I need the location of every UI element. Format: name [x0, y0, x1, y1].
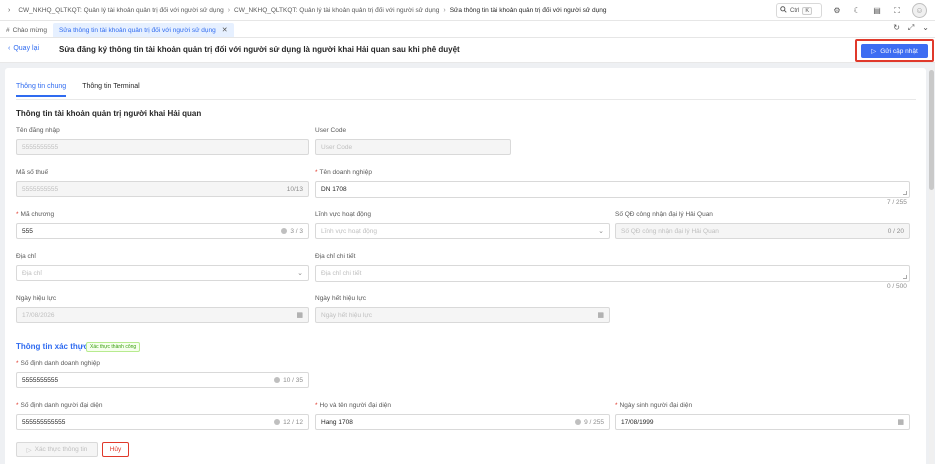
tab-label: Chào mừng [12, 26, 47, 34]
tab-divider [16, 99, 916, 100]
tab-label: Sửa thông tin tài khoản quản trị đối với… [58, 26, 216, 34]
page-title: Sửa đăng ký thông tin tài khoản quản trị… [59, 45, 460, 54]
address-label: Địa chỉ [16, 253, 36, 260]
verify-button: ▷ Xác thực thông tin [16, 442, 98, 457]
breadcrumb-item-current: Sửa thông tin tài khoản quản trị đối với… [449, 6, 607, 14]
company-name-field[interactable]: DN 1708 [315, 181, 910, 198]
decision-no-field: Số QĐ công nhận đại lý Hải Quan 0 / 20 [615, 223, 910, 239]
submit-label: Gửi cập nhật [880, 47, 918, 55]
user-code-field: User Code [315, 139, 511, 155]
search-icon [780, 6, 787, 15]
shortcut-k: K [802, 6, 813, 15]
address-detail-field[interactable]: Địa chỉ chi tiết [315, 265, 910, 282]
clear-icon[interactable] [274, 419, 281, 425]
search-box[interactable]: Ctrl K [776, 3, 822, 18]
breadcrumb-separator: › [443, 6, 446, 14]
char-count: 3 / 3 [290, 227, 303, 235]
username-label: Tên đăng nhập [16, 127, 60, 134]
submit-update-button[interactable]: ▷ Gửi cập nhật [861, 44, 928, 58]
breadcrumb-separator: › [227, 6, 231, 14]
submit-highlight: ▷ Gửi cập nhật [855, 39, 934, 62]
tax-code-label: Mã số thuế [16, 169, 49, 176]
resize-handle[interactable] [903, 191, 907, 195]
company-id-field[interactable]: 5555555555 10 / 35 [16, 372, 309, 388]
home-icon: # [6, 26, 10, 34]
section-title-account: Thông tin tài khoản quản trị người khai … [16, 109, 202, 118]
send-icon: ▷ [26, 446, 32, 454]
rep-id-field[interactable]: 555555555555 12 / 12 [16, 414, 309, 430]
username-field: 5555555555 [16, 139, 309, 155]
rep-dob-field[interactable]: 17/08/1999 ▦ [615, 414, 910, 430]
agency-code-label: * Mã chương [16, 211, 55, 218]
cancel-button[interactable]: Hủy [102, 442, 129, 457]
effective-date-field: 17/08/2026 ▦ [16, 307, 309, 323]
user-code-label: User Code [315, 127, 347, 134]
clear-icon[interactable] [281, 228, 288, 234]
rep-name-field[interactable]: Hang 1708 9 / 255 [315, 414, 610, 430]
calendar-icon[interactable]: ▦ [897, 418, 904, 426]
decision-no-label: Số QĐ công nhận đại lý Hải Quan [615, 211, 713, 218]
send-icon: ▷ [871, 48, 877, 55]
char-count: 10 / 35 [283, 376, 303, 384]
fullscreen-icon[interactable]: ⛶ [892, 6, 902, 16]
char-count: 10/13 [286, 185, 303, 193]
agency-code-field[interactable]: 555 3 / 3 [16, 223, 309, 239]
tab-terminal-info[interactable]: Thông tin Terminal [82, 83, 139, 97]
rep-id-label: * Số định danh người đại diện [16, 402, 103, 409]
shortcut-ctrl: Ctrl [790, 7, 800, 14]
char-count: 12 / 12 [283, 418, 303, 426]
rep-dob-label: * Ngày sinh người đại diện [615, 402, 693, 409]
breadcrumb-item-2[interactable]: CW_NKHQ_QLTKQT: Quản lý tài khoản quản t… [234, 7, 439, 14]
char-count: 9 / 255 [584, 418, 604, 426]
tab-edit-account[interactable]: Sửa thông tin tài khoản quản trị đối với… [52, 23, 234, 37]
breadcrumb-item-1[interactable]: CW_NKHQ_QLTKQT: Quản lý tài khoản quản t… [18, 7, 223, 14]
char-count: 7 / 255 [887, 199, 907, 206]
gear-icon[interactable]: ⚙ [832, 6, 842, 16]
moon-icon[interactable]: ☾ [852, 6, 862, 16]
tab-general-info[interactable]: Thông tin chung [16, 83, 67, 97]
expiry-date-field: Ngày hết hiệu lực ▦ [315, 307, 610, 323]
verify-label: Xác thực thông tin [34, 446, 88, 453]
rep-name-label: * Họ và tên người đại diện [315, 402, 392, 409]
company-id-label: * Số định danh doanh nghiệp [16, 360, 101, 367]
company-name-label: * Tên doanh nghiệp [315, 169, 372, 176]
page-header: ‹ Quay lại Sửa đăng ký thông tin tài kho… [0, 38, 935, 63]
form-tabs: Thông tin chung Thông tin Terminal [16, 83, 140, 97]
scrollbar-thumb[interactable] [929, 70, 934, 190]
top-bar: › CW_NKHQ_QLTKQT: Quản lý tài khoản quản… [0, 0, 935, 21]
tax-code-field: 5555555555 10/13 [16, 181, 309, 197]
avatar[interactable]: ☺ [912, 3, 927, 18]
expand-icon[interactable]: ⤢ [908, 23, 914, 33]
expiry-date-label: Ngày hết hiệu lực [315, 295, 366, 302]
clear-icon[interactable] [575, 419, 582, 425]
refresh-icon[interactable]: ↻ [893, 23, 900, 33]
status-badge: Xác thực thành công [86, 342, 141, 352]
section-title-verification: Thông tin xác thực [16, 342, 89, 351]
back-button[interactable]: ‹ Quay lại [8, 45, 39, 52]
back-label: Quay lại [13, 45, 40, 52]
calendar-icon: ▦ [296, 312, 303, 319]
chevron-right-icon[interactable]: › [8, 7, 10, 14]
tab-welcome[interactable]: # Chào mừng [0, 23, 53, 37]
chevron-down-icon: ⌄ [598, 228, 604, 235]
chevron-left-icon: ‹ [8, 45, 11, 52]
field-select[interactable]: Lĩnh vực hoạt động ⌄ [315, 223, 610, 239]
address-detail-label: Địa chỉ chi tiết [315, 253, 356, 260]
address-select[interactable]: Địa chỉ ⌄ [16, 265, 309, 281]
chevron-down-icon[interactable]: ⌄ [922, 23, 929, 33]
resize-handle[interactable] [903, 275, 907, 279]
layout-icon[interactable]: ▤ [872, 6, 882, 16]
char-count: 0 / 20 [887, 227, 904, 235]
effective-date-label: Ngày hiệu lực [16, 295, 57, 302]
scrollbar[interactable] [929, 68, 934, 464]
field-label: Lĩnh vực hoạt động [315, 211, 372, 218]
calendar-icon: ▦ [597, 312, 604, 319]
clear-icon[interactable] [274, 377, 281, 383]
char-count: 0 / 500 [887, 283, 907, 290]
tab-bar: # Chào mừng Sửa thông tin tài khoản quản… [0, 21, 935, 38]
chevron-down-icon: ⌄ [297, 270, 303, 277]
close-icon[interactable]: ✕ [222, 26, 228, 34]
